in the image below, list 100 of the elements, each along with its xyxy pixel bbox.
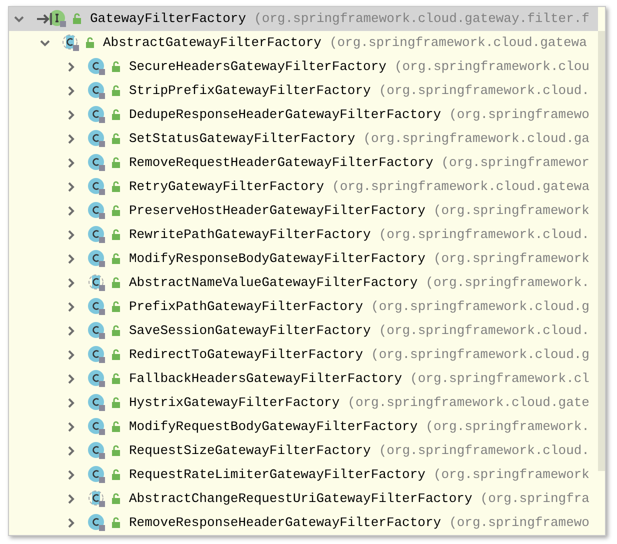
class-name: RemoveResponseHeaderGatewayFilterFactory: [129, 514, 442, 532]
tree-row[interactable]: RetryGatewayFilterFactory (org.springframework.cloud.gatewa: [9, 175, 598, 199]
class-name: StripPrefixGatewayFilterFactory: [129, 82, 371, 100]
tree-row[interactable]: SecureHeadersGatewayFilterFactory (org.springframework.clou: [9, 55, 598, 79]
package-name: (org.springframework.cloud.: [378, 442, 590, 460]
tree-row[interactable]: AbstractGatewayFilterFactory (org.springframework.cloud.gatewa: [9, 31, 598, 55]
class-icon: [88, 298, 106, 316]
tree-row[interactable]: PreserveHostHeaderGatewayFilterFactory (org.springframework: [9, 199, 598, 223]
class-name: AbstractGatewayFilterFactory: [103, 34, 322, 52]
tree-row[interactable]: RemoveResponseHeaderGatewayFilterFactory (org.springframewo: [9, 511, 598, 535]
lock-icon: [110, 421, 122, 433]
class-icon: [88, 106, 106, 124]
abstract-class-icon: [62, 34, 80, 52]
class-icon: [88, 154, 106, 172]
package-name: (org.springframework.cl: [410, 370, 590, 388]
class-name: RewritePathGatewayFilterFactory: [129, 226, 371, 244]
tree-row[interactable]: StripPrefixGatewayFilterFactory (org.springframework.cloud.: [9, 79, 598, 103]
tree-row[interactable]: ModifyResponseBodyGatewayFilterFactory (org.springframework: [9, 247, 598, 271]
abstract-class-icon: [88, 274, 106, 292]
tree-row[interactable]: PrefixPathGatewayFilterFactory (org.springframework.cloud.g: [9, 295, 598, 319]
tree-row[interactable]: SetStatusGatewayFilterFactory (org.springframework.cloud.ga: [9, 127, 598, 151]
tree-row[interactable]: ModifyRequestBodyGatewayFilterFactory (org.springframework.: [9, 415, 598, 439]
package-name: (org.springframework.cloud.: [378, 82, 590, 100]
class-name: PreserveHostHeaderGatewayFilterFactory: [129, 202, 426, 220]
package-name: (org.springframework.cloud.ga: [363, 130, 590, 148]
package-name: (org.springframewo: [449, 106, 590, 124]
class-icon: [88, 250, 106, 268]
class-icon: [88, 394, 106, 412]
package-name: (org.springframework.: [426, 418, 590, 436]
tree-row[interactable]: RewritePathGatewayFilterFactory (org.springframework.cloud.: [9, 223, 598, 247]
lock-icon: [110, 469, 122, 481]
lock-icon: [110, 229, 122, 241]
class-icon: [88, 202, 106, 220]
class-icon: [88, 514, 106, 532]
lock-icon: [110, 445, 122, 457]
class-icon: [88, 178, 106, 196]
class-name: SecureHeadersGatewayFilterFactory: [129, 58, 386, 76]
lock-icon: [110, 277, 122, 289]
class-name: RequestRateLimiterGatewayFilterFactory: [129, 466, 426, 484]
tree-row[interactable]: AbstractChangeRequestUriGatewayFilterFactory (org.springfra: [9, 487, 598, 511]
tree-row[interactable]: GatewayFilterFactory (org.springframework.cloud.gateway.filter.f: [9, 7, 598, 31]
tree-row[interactable]: HystrixGatewayFilterFactory (org.springframework.cloud.gate: [9, 391, 598, 415]
package-name: (org.springframework.cloud.: [378, 226, 590, 244]
class-name: FallbackHeadersGatewayFilterFactory: [129, 370, 402, 388]
interface-icon: [49, 10, 67, 28]
lock-icon: [110, 133, 122, 145]
lock-icon: [110, 85, 122, 97]
package-name: (org.springframework.cloud.gate: [348, 394, 590, 412]
class-name: RetryGatewayFilterFactory: [129, 178, 324, 196]
lock-icon: [84, 37, 96, 49]
package-name: (org.springframewor: [441, 154, 590, 172]
class-icon: [88, 466, 106, 484]
tree-row[interactable]: RequestSizeGatewayFilterFactory (org.springframework.cloud.: [9, 439, 598, 463]
package-name: (org.springframewo: [449, 514, 590, 532]
class-icon: [88, 442, 106, 460]
lock-icon: [110, 109, 122, 121]
class-name: RemoveRequestHeaderGatewayFilterFactory: [129, 154, 434, 172]
tree-row[interactable]: RemoveRequestHeaderGatewayFilterFactory (org.springframewor: [9, 151, 598, 175]
package-name: (org.springframework.clou: [394, 58, 590, 76]
lock-icon: [110, 493, 122, 505]
tree-row[interactable]: RedirectToGatewayFilterFactory (org.springframework.cloud.g: [9, 343, 598, 367]
tree-row[interactable]: SaveSessionGatewayFilterFactory (org.springframework.cloud.: [9, 319, 598, 343]
lock-icon: [110, 157, 122, 169]
package-name: (org.springframework: [433, 250, 590, 268]
class-name: ModifyResponseBodyGatewayFilterFactory: [129, 250, 426, 268]
class-name: GatewayFilterFactory: [90, 10, 246, 28]
class-name: SaveSessionGatewayFilterFactory: [129, 322, 371, 340]
package-name: (org.springframework.cloud.g: [371, 298, 590, 316]
class-icon: [88, 346, 106, 364]
class-icon: [88, 82, 106, 100]
lock-icon: [110, 205, 122, 217]
tree-row[interactable]: RequestRateLimiterGatewayFilterFactory (org.springframework: [9, 463, 598, 487]
class-name: RequestSizeGatewayFilterFactory: [129, 442, 371, 460]
class-icon: [88, 58, 106, 76]
lock-icon: [110, 397, 122, 409]
lock-icon: [110, 181, 122, 193]
package-name: (org.springframework.cloud.: [378, 322, 590, 340]
package-name: (org.springframework: [433, 202, 590, 220]
lock-icon: [110, 325, 122, 337]
lock-icon: [110, 253, 122, 265]
package-name: (org.springframework.cloud.gatewa: [329, 34, 587, 52]
class-name: ModifyRequestBodyGatewayFilterFactory: [129, 418, 418, 436]
package-name: (org.springfra: [480, 490, 590, 508]
class-icon: [88, 322, 106, 340]
tree-row[interactable]: FallbackHeadersGatewayFilterFactory (org.springframework.cl: [9, 367, 598, 391]
class-icon: [88, 418, 106, 436]
package-name: (org.springframework.cloud.g: [371, 346, 590, 364]
tree-row[interactable]: AbstractNameValueGatewayFilterFactory (org.springframework.: [9, 271, 598, 295]
lock-icon: [110, 301, 122, 313]
abstract-class-icon: [88, 490, 106, 508]
scrollbar[interactable]: [598, 31, 605, 471]
lock-icon: [110, 349, 122, 361]
class-name: HystrixGatewayFilterFactory: [129, 394, 340, 412]
class-icon: [88, 370, 106, 388]
class-icon: [88, 130, 106, 148]
class-icon: [88, 226, 106, 244]
tree-row[interactable]: DedupeResponseHeaderGatewayFilterFactory (org.springframewo: [9, 103, 598, 127]
lock-icon: [110, 61, 122, 73]
package-name: (org.springframework.: [426, 274, 590, 292]
package-name: (org.springframework.cloud.gatewa: [332, 178, 590, 196]
